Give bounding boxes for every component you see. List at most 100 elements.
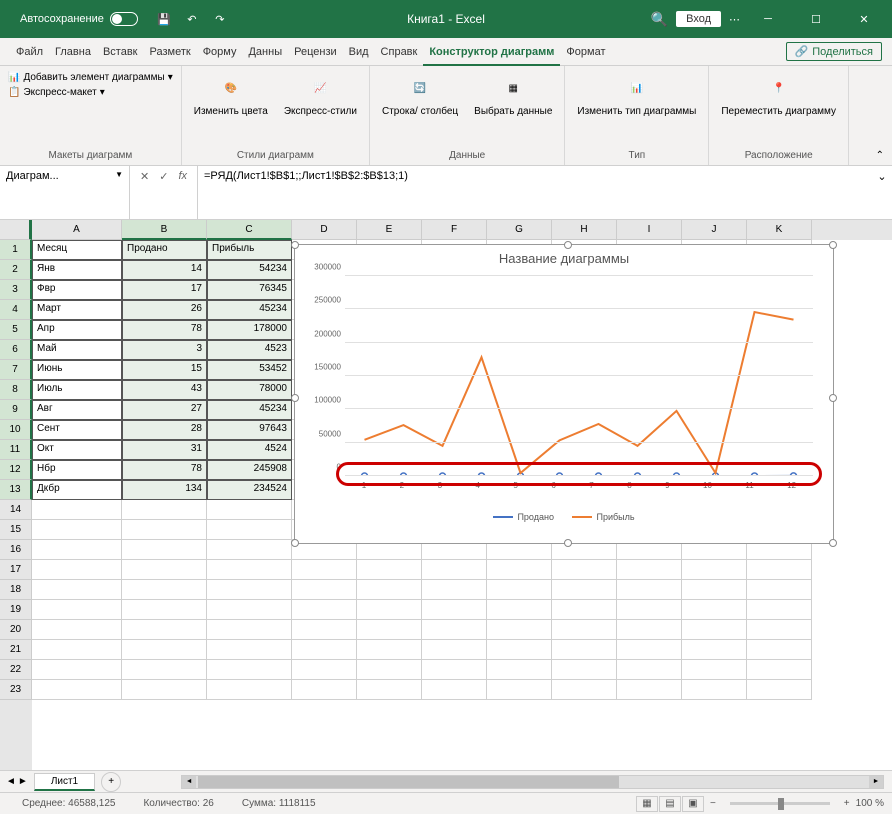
row-header[interactable]: 21 — [0, 640, 32, 660]
login-button[interactable]: Вход — [676, 11, 721, 27]
cell[interactable] — [122, 620, 207, 640]
scrollbar-thumb[interactable] — [198, 776, 619, 788]
next-sheet-icon[interactable]: ► — [18, 776, 28, 787]
cell[interactable]: 78 — [122, 320, 207, 340]
cell[interactable] — [552, 620, 617, 640]
name-box[interactable]: Диаграм... ▼ — [0, 166, 130, 219]
cell[interactable] — [357, 660, 422, 680]
tab-home[interactable]: Главна — [49, 38, 97, 66]
fx-icon[interactable]: fx — [178, 170, 187, 182]
accept-icon[interactable]: ✓ — [159, 170, 168, 183]
cell[interactable] — [617, 600, 682, 620]
zoom-in-button[interactable]: + — [844, 798, 850, 809]
cell[interactable]: 78000 — [207, 380, 292, 400]
row-header[interactable]: 16 — [0, 540, 32, 560]
cell[interactable] — [552, 680, 617, 700]
search-icon[interactable]: 🔍 — [651, 11, 668, 28]
cell[interactable]: 3 — [122, 340, 207, 360]
row-header[interactable]: 17 — [0, 560, 32, 580]
cell[interactable]: 17 — [122, 280, 207, 300]
legend-item[interactable]: Прибыль — [572, 512, 634, 522]
cell[interactable] — [207, 540, 292, 560]
resize-handle[interactable] — [564, 539, 572, 547]
change-chart-type-button[interactable]: 📊 Изменить тип диаграммы — [573, 70, 700, 119]
tab-file[interactable]: Файл — [10, 38, 49, 66]
row-header[interactable]: 5 — [0, 320, 32, 340]
cell[interactable] — [357, 640, 422, 660]
cell[interactable] — [552, 660, 617, 680]
scroll-left-icon[interactable]: ◄ — [182, 776, 196, 788]
cell[interactable] — [32, 660, 122, 680]
cell[interactable] — [682, 680, 747, 700]
expand-formula-bar[interactable]: ⌄ — [872, 166, 892, 219]
cell[interactable] — [487, 680, 552, 700]
tab-view[interactable]: Вид — [343, 38, 375, 66]
cell[interactable] — [207, 500, 292, 520]
column-header[interactable]: F — [422, 220, 487, 240]
cell[interactable] — [617, 660, 682, 680]
chevron-down-icon[interactable]: ▼ — [115, 170, 123, 179]
row-header[interactable]: 11 — [0, 440, 32, 460]
cell[interactable] — [747, 680, 812, 700]
cell[interactable] — [207, 660, 292, 680]
row-header[interactable]: 2 — [0, 260, 32, 280]
cell[interactable]: 245908 — [207, 460, 292, 480]
toggle-switch[interactable] — [110, 12, 138, 26]
cell[interactable] — [122, 680, 207, 700]
resize-handle[interactable] — [829, 241, 837, 249]
tab-review[interactable]: Рецензи — [288, 38, 343, 66]
tab-data[interactable]: Данны — [242, 38, 288, 66]
cell[interactable]: 26 — [122, 300, 207, 320]
quick-layout-button[interactable]: 📋 Экспресс-макет▾ — [8, 85, 173, 100]
tab-chart-design[interactable]: Конструктор диаграмм — [423, 38, 560, 66]
express-styles-button[interactable]: 📈 Экспресс-стили — [280, 70, 361, 119]
cell[interactable] — [32, 580, 122, 600]
cell[interactable]: 43 — [122, 380, 207, 400]
cell[interactable] — [552, 580, 617, 600]
cell[interactable]: 14 — [122, 260, 207, 280]
cell[interactable] — [292, 680, 357, 700]
share-button[interactable]: 🔗 Поделиться — [786, 42, 882, 61]
cell[interactable] — [617, 580, 682, 600]
cell[interactable]: Янв — [32, 260, 122, 280]
page-break-button[interactable]: ▣ — [682, 796, 704, 812]
resize-handle[interactable] — [291, 394, 299, 402]
move-chart-button[interactable]: 📍 Переместить диаграмму — [717, 70, 840, 119]
row-header[interactable]: 3 — [0, 280, 32, 300]
cell[interactable] — [32, 520, 122, 540]
cell[interactable] — [122, 540, 207, 560]
cell[interactable] — [617, 560, 682, 580]
cell[interactable] — [292, 640, 357, 660]
cell[interactable]: 76345 — [207, 280, 292, 300]
cell[interactable]: Фвр — [32, 280, 122, 300]
cell[interactable] — [747, 620, 812, 640]
cell[interactable] — [292, 620, 357, 640]
row-header[interactable]: 9 — [0, 400, 32, 420]
cell[interactable]: 78 — [122, 460, 207, 480]
cell[interactable] — [207, 640, 292, 660]
cell[interactable] — [32, 540, 122, 560]
cell[interactable] — [747, 660, 812, 680]
cell[interactable]: 45234 — [207, 300, 292, 320]
row-header[interactable]: 15 — [0, 520, 32, 540]
row-header[interactable]: 1 — [0, 240, 32, 260]
cell[interactable] — [747, 640, 812, 660]
sheet-tab[interactable]: Лист1 — [34, 773, 95, 791]
cell[interactable] — [122, 580, 207, 600]
column-header[interactable]: C — [207, 220, 292, 240]
cell[interactable] — [682, 660, 747, 680]
cell[interactable] — [617, 640, 682, 660]
row-header[interactable]: 23 — [0, 680, 32, 700]
redo-icon[interactable]: ↷ — [212, 11, 228, 27]
cell[interactable]: Прибыль — [207, 240, 292, 260]
cell[interactable] — [207, 520, 292, 540]
cell[interactable] — [682, 600, 747, 620]
row-header[interactable]: 22 — [0, 660, 32, 680]
cell[interactable] — [682, 620, 747, 640]
cell[interactable]: 27 — [122, 400, 207, 420]
row-header[interactable]: 12 — [0, 460, 32, 480]
cell[interactable] — [422, 580, 487, 600]
column-header[interactable]: I — [617, 220, 682, 240]
cell[interactable] — [552, 560, 617, 580]
resize-handle[interactable] — [291, 539, 299, 547]
